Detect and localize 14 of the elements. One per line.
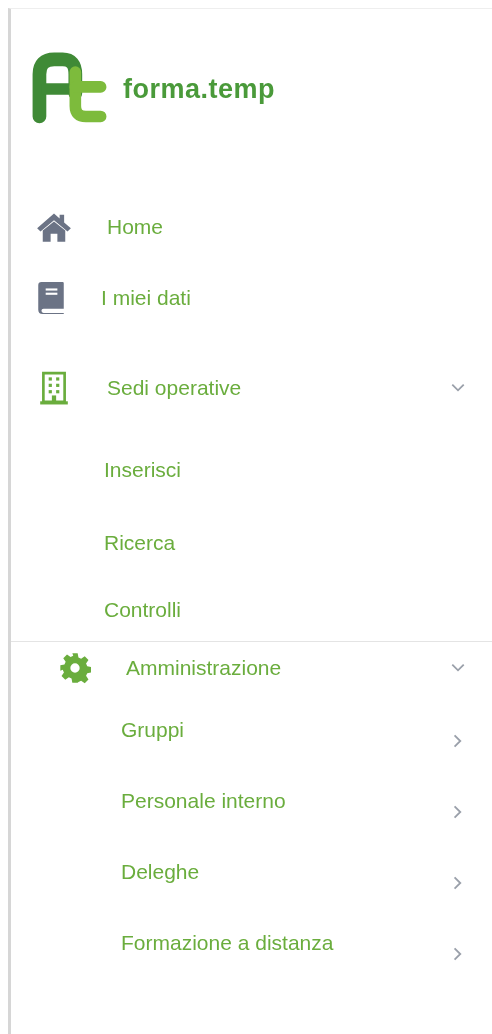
book-icon	[36, 281, 66, 315]
logo-text: forma.temp	[123, 73, 276, 105]
menu-item[interactable]: Home	[107, 215, 164, 239]
submenu-item[interactable]: Personale interno	[121, 788, 286, 813]
submenu-item[interactable]: Gruppi	[121, 717, 185, 742]
gear-icon	[59, 652, 91, 684]
submenu-item[interactable]: Ricerca	[104, 530, 176, 555]
submenu-item[interactable]: Controlli	[104, 598, 182, 622]
menu-item[interactable]: I miei dati	[101, 286, 191, 310]
menu-item[interactable]: Sedi operative	[107, 376, 242, 400]
menu-item[interactable]: Amministrazione	[126, 656, 282, 680]
submenu-item[interactable]: Formazione a distanza	[121, 930, 334, 955]
submenu-item[interactable]: Deleghe	[121, 859, 200, 884]
submenu-item[interactable]: Inserisci	[104, 457, 182, 482]
